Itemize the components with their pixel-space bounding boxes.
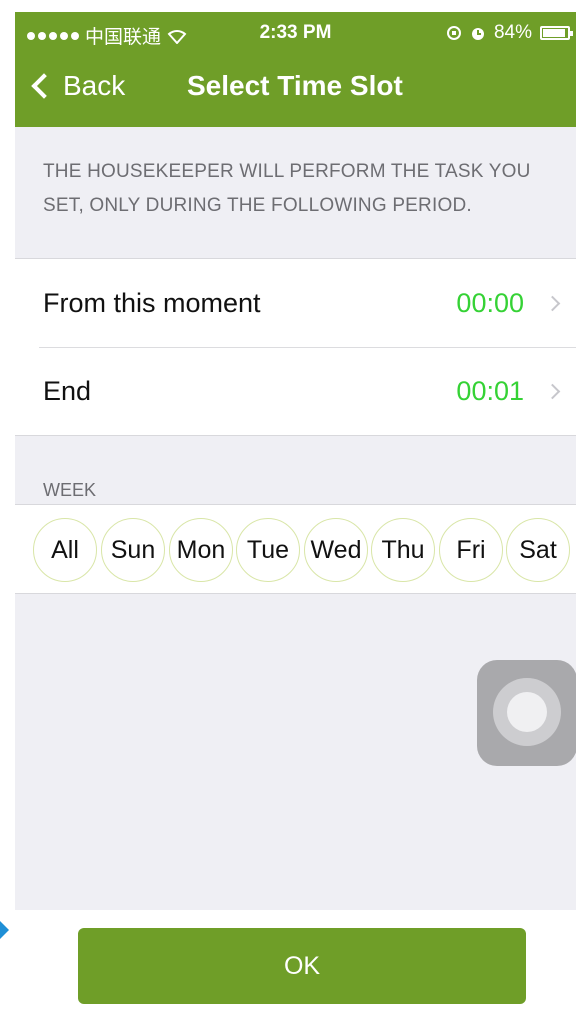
end-time-label: End: [43, 375, 92, 406]
battery-icon: [540, 26, 573, 40]
start-time-row[interactable]: From this moment 00:00: [15, 259, 576, 347]
period-description: THE HOUSEKEEPER WILL PERFORM THE TASK YO…: [43, 161, 531, 216]
day-mon-button[interactable]: Mon: [169, 518, 233, 582]
day-tue-button[interactable]: Tue: [236, 518, 300, 582]
time-range-group: From this moment 00:00 End 00:01: [15, 258, 576, 436]
day-thu-button[interactable]: Thu: [371, 518, 435, 582]
chevron-right-icon: [544, 295, 561, 312]
assistive-touch-button[interactable]: [477, 660, 576, 766]
chevron-right-icon: [544, 383, 561, 400]
start-time-value: 00:00: [456, 287, 524, 318]
top-bar: 中国联通 2:33 PM 84% Back Select Time Slot: [15, 12, 576, 127]
start-time-label: From this moment: [43, 287, 261, 318]
back-label: Back: [63, 70, 126, 101]
day-all-button[interactable]: All: [33, 518, 97, 582]
day-sat-button[interactable]: Sat: [506, 518, 570, 582]
day-wed-button[interactable]: Wed: [304, 518, 368, 582]
weekday-selector: All Sun Mon Tue Wed Thu Fri Sat: [15, 504, 576, 594]
status-bar: 中国联通 2:33 PM 84%: [15, 12, 576, 54]
chevron-left-icon: [31, 73, 57, 99]
app-screen: 中国联通 2:33 PM 84% Back Select Time Slot T…: [15, 12, 576, 1019]
week-section-label: WEEK: [43, 480, 97, 500]
battery-percentage: 84%: [493, 22, 532, 43]
end-time-row[interactable]: End 00:01: [15, 347, 576, 435]
bottom-bar: OK: [15, 910, 576, 1019]
day-sun-button[interactable]: Sun: [101, 518, 165, 582]
orientation-lock-icon: [446, 26, 461, 40]
drag-marker-icon: [0, 921, 9, 939]
day-fri-button[interactable]: Fri: [439, 518, 503, 582]
navigation-bar: Back Select Time Slot: [15, 62, 576, 116]
ok-button[interactable]: OK: [78, 928, 526, 1004]
alarm-icon: [471, 28, 484, 40]
end-time-value: 00:01: [456, 375, 524, 406]
assistive-touch-core-icon: [507, 692, 547, 732]
back-button[interactable]: Back: [29, 70, 125, 102]
page-title: Select Time Slot: [187, 70, 403, 101]
status-right: 84%: [446, 22, 573, 44]
